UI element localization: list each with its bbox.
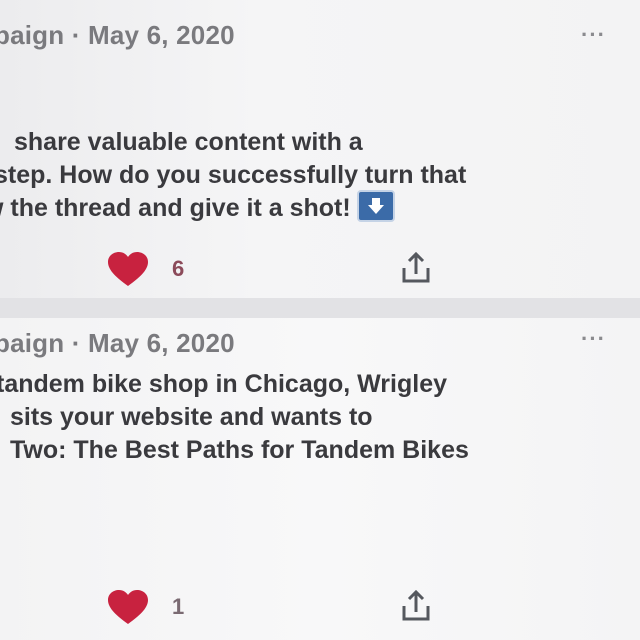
post-body-line: share valuable content with a [14, 128, 363, 156]
like-count: 1 [172, 594, 185, 619]
post-body-line: step. How do you successfully turn that [0, 161, 467, 189]
post-divider [0, 298, 640, 318]
post-actions: 6 [0, 244, 640, 294]
post-header: paign · May 6, 2020 [0, 20, 235, 51]
post-body-line: tandem bike shop in Chicago, Wrigley [0, 370, 448, 398]
post-header-text: paign · May 6, 2020 [0, 20, 235, 50]
post-card: paign · May 6, 2020 ··· tandem bike shop… [0, 318, 640, 640]
post-actions: 1 [0, 582, 640, 632]
like-count: 6 [172, 256, 185, 281]
share-icon[interactable] [396, 248, 436, 293]
post-header: paign · May 6, 2020 [0, 328, 235, 359]
post-card: paign · May 6, 2020 ··· share valuable c… [0, 0, 640, 298]
like-heart-icon[interactable] [104, 588, 152, 633]
post-header-text: paign · May 6, 2020 [0, 328, 235, 358]
more-options-button[interactable]: ··· [581, 22, 606, 48]
like-heart-icon[interactable] [104, 250, 152, 295]
down-arrow-emoji-icon [356, 190, 395, 223]
post-body-line: w the thread and give it a shot! [0, 190, 466, 225]
post-body: tandem bike shop in Chicago, Wrigley sit… [0, 368, 469, 467]
share-icon[interactable] [396, 586, 436, 631]
post-body: share valuable content with a step. How … [0, 126, 466, 225]
post-body-line: sits your website and wants to [10, 403, 373, 431]
post-body-line: Two: The Best Paths for Tandem Bikes [10, 436, 469, 464]
post-body-line-text: w the thread and give it a shot! [0, 194, 351, 222]
more-options-button[interactable]: ··· [581, 326, 606, 352]
